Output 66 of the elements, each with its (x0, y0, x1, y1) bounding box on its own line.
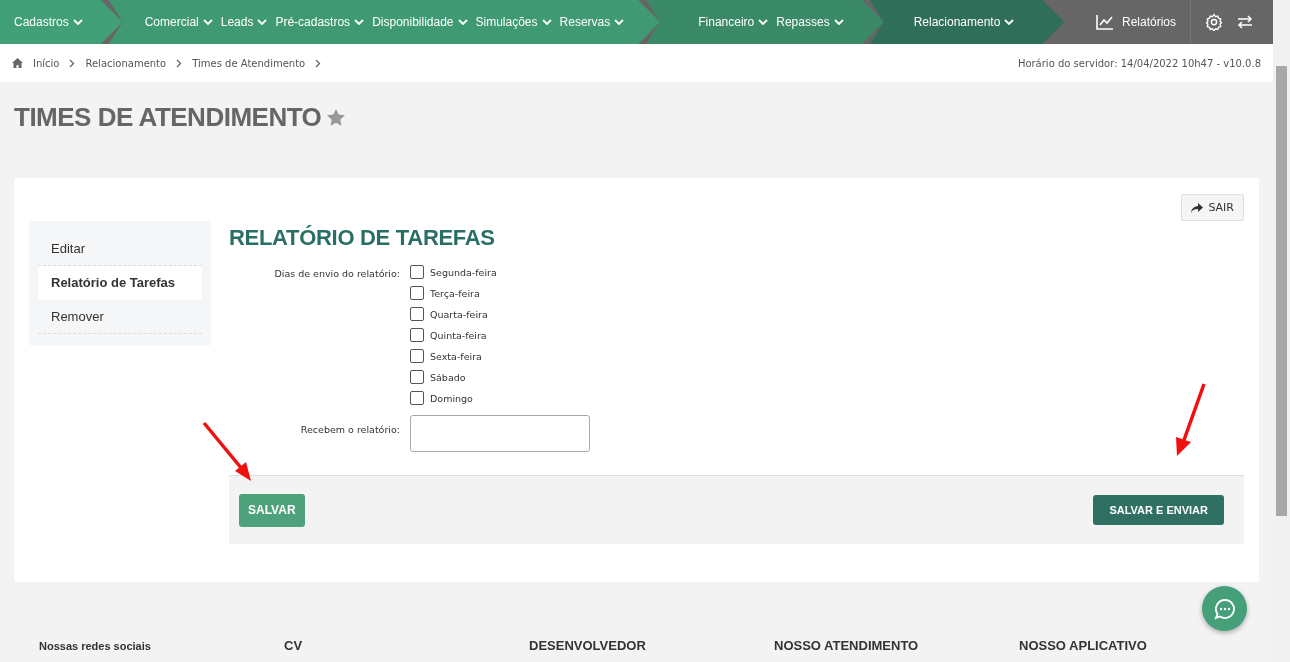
nav-menu-item[interactable]: Cadastros (14, 15, 83, 29)
nav-menu-item[interactable]: Reservas (559, 15, 625, 29)
annotation-arrow (202, 421, 254, 483)
footer-heading: CV (284, 638, 304, 653)
breadcrumb-link[interactable]: Início (33, 57, 60, 69)
side-menu-item[interactable]: Remover (38, 300, 202, 334)
breadcrumb-link[interactable]: Times de Atendimento (192, 57, 306, 69)
caret-icon (72, 19, 83, 25)
caret-icon (758, 19, 769, 25)
breadcrumb-link[interactable]: Relacionamento (85, 57, 167, 69)
checkbox-label: Sexta-feira (430, 350, 482, 362)
nav-menu-item[interactable]: Disponibilidade (372, 15, 468, 29)
field-label: Dias de envio do relatório: (273, 267, 400, 281)
caret-icon (614, 19, 625, 25)
swap-arrows-icon[interactable] (1237, 15, 1253, 29)
checkbox[interactable] (410, 328, 424, 342)
save-and-send-button[interactable]: SALVAR E ENVIAR (1093, 495, 1224, 525)
checkbox[interactable] (410, 370, 424, 384)
settings-icon[interactable] (1205, 13, 1223, 31)
share-arrow-icon (1191, 202, 1204, 213)
chevron-right-icon (315, 58, 322, 68)
nav-menu-item[interactable]: Financeiro (698, 15, 769, 29)
star-icon[interactable] (327, 108, 346, 126)
reports-link[interactable]: Relatórios (1095, 14, 1176, 30)
caret-icon (541, 19, 552, 25)
caret-icon (457, 19, 468, 25)
checkbox-label: Segunda-feira (430, 266, 497, 278)
recipients-input-field[interactable] (410, 415, 590, 452)
footer-heading: NOSSO APLICATIVO (1019, 638, 1148, 653)
checkbox-label: Sábado (430, 371, 466, 383)
checkbox[interactable] (410, 391, 424, 405)
caret-icon (1004, 19, 1015, 25)
exit-button[interactable]: SAIR (1181, 194, 1244, 221)
nav-menu-item[interactable]: Simulações (475, 15, 552, 29)
page-title: TIMES DE ATENDIMENTO (14, 101, 322, 133)
save-button[interactable]: SALVAR (239, 493, 305, 527)
checkbox-label: Terça-feira (430, 287, 480, 299)
chat-bubble-icon (1213, 597, 1236, 620)
checkbox[interactable] (410, 307, 424, 321)
footer-heading: Nossas redes sociais (39, 640, 152, 652)
chevron-right-icon (176, 58, 183, 68)
side-menu-item[interactable]: Relatório de Tarefas (38, 266, 202, 300)
nav-menu-item[interactable]: Comercial (144, 15, 213, 29)
checkbox[interactable] (410, 286, 424, 300)
footer-heading: DESENVOLVEDOR (529, 638, 647, 653)
checkbox[interactable] (410, 265, 424, 279)
section-title: RELATÓRIO DE TAREFAS (229, 225, 496, 251)
checkbox[interactable] (410, 349, 424, 363)
caret-icon (833, 19, 844, 25)
checkbox-label: Quinta-feira (430, 329, 487, 341)
home-icon (12, 58, 23, 68)
nav-menu-item[interactable]: Pré-cadastros (275, 15, 365, 29)
checkbox-label: Quarta-feira (430, 308, 488, 320)
chat-button[interactable] (1202, 586, 1247, 631)
caret-icon (202, 19, 213, 25)
chevron-right-icon (69, 58, 76, 68)
server-time: Horário do servidor: 14/04/2022 10h47 - v10.0.8 (1017, 57, 1261, 69)
nav-menu-item[interactable]: Relacionamento (913, 15, 1015, 29)
caret-icon (257, 19, 268, 25)
footer-heading: NOSSO ATENDIMENTO (774, 638, 920, 653)
line-chart-icon (1095, 14, 1114, 30)
field-label: Recebem o relatório: (299, 423, 400, 437)
checkbox-label: Domingo (430, 392, 473, 404)
nav-menu-item[interactable]: Leads (220, 15, 268, 29)
nav-menu-item[interactable]: Repasses (776, 15, 844, 29)
caret-icon (354, 19, 365, 25)
